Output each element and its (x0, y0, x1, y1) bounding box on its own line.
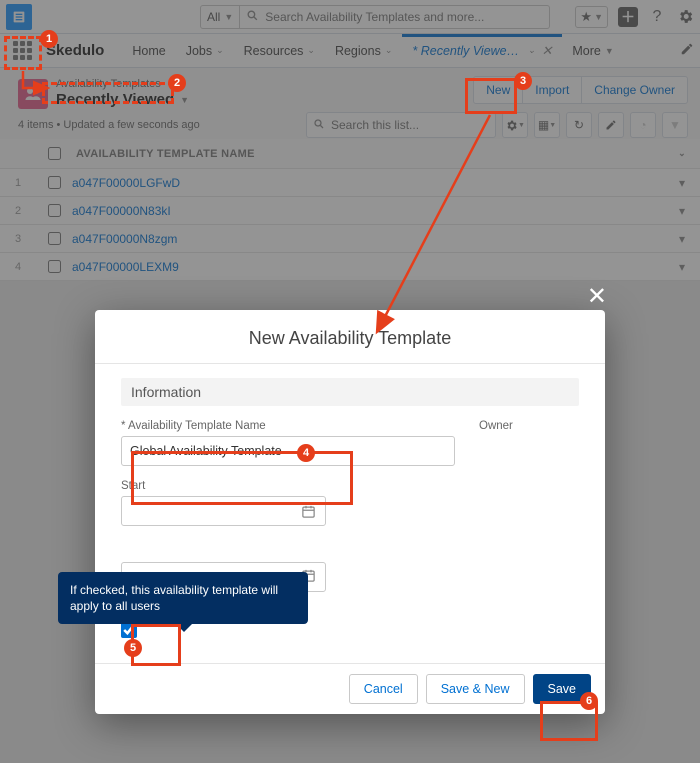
cancel-button[interactable]: Cancel (349, 674, 418, 704)
save-and-new-button[interactable]: Save & New (426, 674, 525, 704)
name-input[interactable] (121, 436, 455, 466)
section-header: Information (121, 378, 579, 406)
calendar-icon[interactable] (301, 568, 316, 586)
help-icon[interactable]: i (162, 604, 176, 618)
calendar-icon[interactable] (301, 504, 316, 522)
global-field-label: Global (121, 604, 156, 618)
save-button[interactable]: Save (533, 674, 592, 704)
new-record-modal: ✕ New Availability Template Information … (95, 310, 605, 714)
modal-title: New Availability Template (95, 310, 605, 363)
global-checkbox[interactable] (121, 622, 137, 638)
owner-field-label: Owner (479, 420, 579, 432)
end-date-input[interactable] (121, 562, 326, 592)
start-field-label: Start (121, 480, 579, 492)
modal-footer: Cancel Save & New Save (95, 663, 605, 714)
start-date-input[interactable] (121, 496, 326, 526)
name-field-label: * Availability Template Name (121, 420, 455, 432)
close-modal-button[interactable]: ✕ (587, 282, 607, 311)
